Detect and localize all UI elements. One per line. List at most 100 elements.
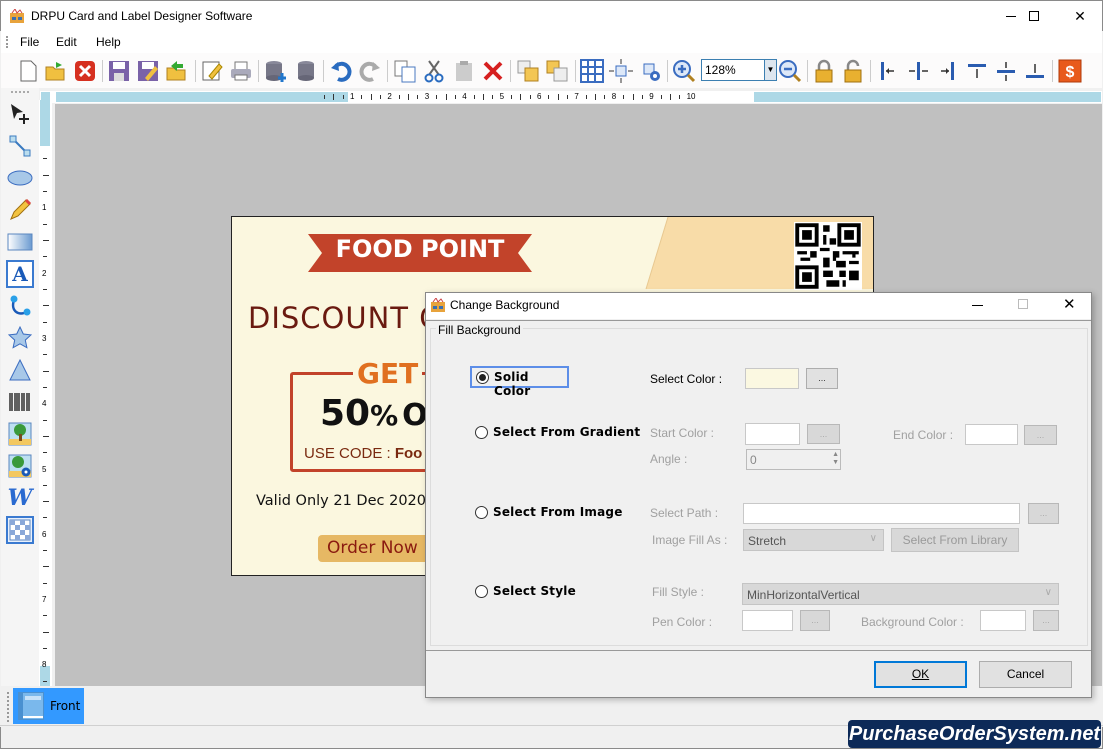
cancel-button[interactable]: Cancel — [979, 661, 1072, 688]
dialog-close-icon[interactable]: ✕ — [1063, 295, 1076, 313]
ruler-label: 6 — [42, 529, 47, 539]
barcode-icon[interactable] — [6, 388, 34, 416]
zoom-combo[interactable]: 128% ▼ — [701, 59, 777, 81]
close-file-icon[interactable] — [73, 59, 97, 83]
pen-color-swatch — [742, 610, 793, 631]
redo-icon[interactable] — [358, 59, 382, 83]
ruler-label: 1 — [350, 92, 355, 101]
triangle-icon[interactable] — [6, 356, 34, 384]
fill-style-select: MinHorizontalVertical ∨ — [742, 583, 1059, 605]
align-center-v-icon[interactable] — [994, 59, 1018, 83]
image-radio[interactable] — [475, 506, 488, 519]
unlock-icon[interactable] — [841, 59, 865, 83]
gradient-radio[interactable] — [475, 426, 488, 439]
ellipse-icon[interactable] — [6, 164, 34, 192]
image-label[interactable]: Select From Image — [493, 505, 623, 519]
align-top-icon[interactable] — [965, 59, 989, 83]
ruler-label: 1 — [42, 203, 47, 213]
style-label[interactable]: Select Style — [493, 584, 576, 598]
cut-icon[interactable] — [422, 59, 446, 83]
line-icon[interactable] — [6, 132, 34, 160]
grid-icon[interactable] — [580, 59, 604, 83]
card-heading: DISCOUNT C — [248, 301, 441, 335]
start-color-label: Start Color : — [650, 426, 715, 440]
ruler-tick — [417, 95, 419, 99]
background-icon[interactable] — [6, 516, 34, 544]
page-tab-front[interactable]: Front — [13, 688, 84, 724]
use-code: USE CODE : Foo — [304, 445, 422, 462]
get-text: GET — [353, 357, 423, 390]
angle-value: 0 — [750, 453, 757, 467]
ruler-tick — [43, 288, 47, 290]
save-as-icon[interactable] — [136, 59, 160, 83]
align-left-icon[interactable] — [876, 59, 900, 83]
new-icon[interactable] — [16, 59, 40, 83]
menu-grip — [6, 36, 8, 48]
ruler-tick — [43, 615, 47, 617]
dialog-minimize-icon[interactable] — [972, 305, 983, 306]
undo-icon[interactable] — [329, 59, 353, 83]
ruler-tick — [398, 95, 400, 99]
copy-icon[interactable] — [393, 59, 417, 83]
menu-help[interactable]: Help — [96, 35, 121, 49]
rectangle-icon[interactable] — [6, 228, 34, 256]
select-move-icon[interactable] — [6, 100, 34, 128]
gradient-label[interactable]: Select From Gradient — [493, 425, 640, 439]
buy-icon[interactable]: $ — [1058, 59, 1082, 83]
chevron-down-icon[interactable]: ▼ — [764, 60, 776, 80]
drawing-tools-panel: A W — [1, 88, 39, 686]
arc-icon[interactable] — [6, 292, 34, 320]
ruler-tick — [333, 94, 335, 100]
ruler-tick — [342, 95, 344, 99]
ruler-tick — [43, 452, 47, 454]
align-right-icon[interactable] — [935, 59, 959, 83]
end-color-browse-button: ... — [1024, 425, 1057, 445]
ruler-label: 4 — [42, 399, 47, 409]
ruler-tick — [43, 419, 47, 421]
bring-front-icon[interactable] — [516, 59, 540, 83]
align-bottom-icon[interactable] — [1023, 59, 1047, 83]
menu-edit[interactable]: Edit — [56, 35, 77, 49]
ok-button[interactable]: OK — [874, 661, 967, 688]
dialog-app-icon — [430, 297, 446, 315]
solid-browse-button[interactable]: ... — [806, 368, 838, 389]
database-icon[interactable] — [294, 59, 318, 83]
vertical-ruler: 123456789 — [39, 100, 52, 735]
star-icon[interactable] — [6, 324, 34, 352]
ruler-tick — [43, 305, 49, 307]
ruler-label: 3 — [424, 92, 430, 101]
menu-file[interactable]: File — [20, 35, 39, 49]
zoom-out-icon[interactable] — [778, 59, 802, 83]
image-icon[interactable] — [6, 420, 34, 448]
image-fill-as-value: Stretch — [748, 534, 787, 548]
solid-color-swatch[interactable] — [745, 368, 799, 389]
center-icon[interactable] — [609, 59, 633, 83]
maximize-button[interactable] — [1011, 1, 1057, 31]
database-add-icon[interactable] — [264, 59, 288, 83]
style-radio[interactable] — [475, 585, 488, 598]
pencil-icon[interactable] — [6, 196, 34, 224]
delete-icon[interactable] — [481, 59, 505, 83]
wordart-icon[interactable]: W — [6, 484, 34, 512]
settings-center-icon[interactable] — [639, 59, 663, 83]
close-button[interactable]: ✕ — [1057, 1, 1103, 31]
lock-icon[interactable] — [812, 59, 836, 83]
solid-color-radio[interactable]: Solid Color — [470, 366, 569, 398]
paste-icon[interactable] — [452, 59, 476, 83]
order-button-text: Order Now — [327, 538, 418, 558]
ruler-label: 8 — [42, 660, 47, 670]
save-icon[interactable] — [107, 59, 131, 83]
export-icon[interactable] — [165, 59, 189, 83]
send-back-icon[interactable] — [545, 59, 569, 83]
ruler-tick — [43, 321, 47, 323]
edit-icon[interactable] — [200, 59, 224, 83]
ruler-tick — [436, 95, 438, 99]
ruler-tick — [43, 239, 49, 241]
print-icon[interactable] — [229, 59, 253, 83]
group-label: Fill Background — [436, 323, 523, 337]
zoom-in-icon[interactable] — [672, 59, 696, 83]
image-library-icon[interactable] — [6, 452, 34, 480]
align-center-h-icon[interactable] — [906, 59, 930, 83]
open-icon[interactable] — [44, 59, 68, 83]
text-icon[interactable]: A — [6, 260, 34, 288]
